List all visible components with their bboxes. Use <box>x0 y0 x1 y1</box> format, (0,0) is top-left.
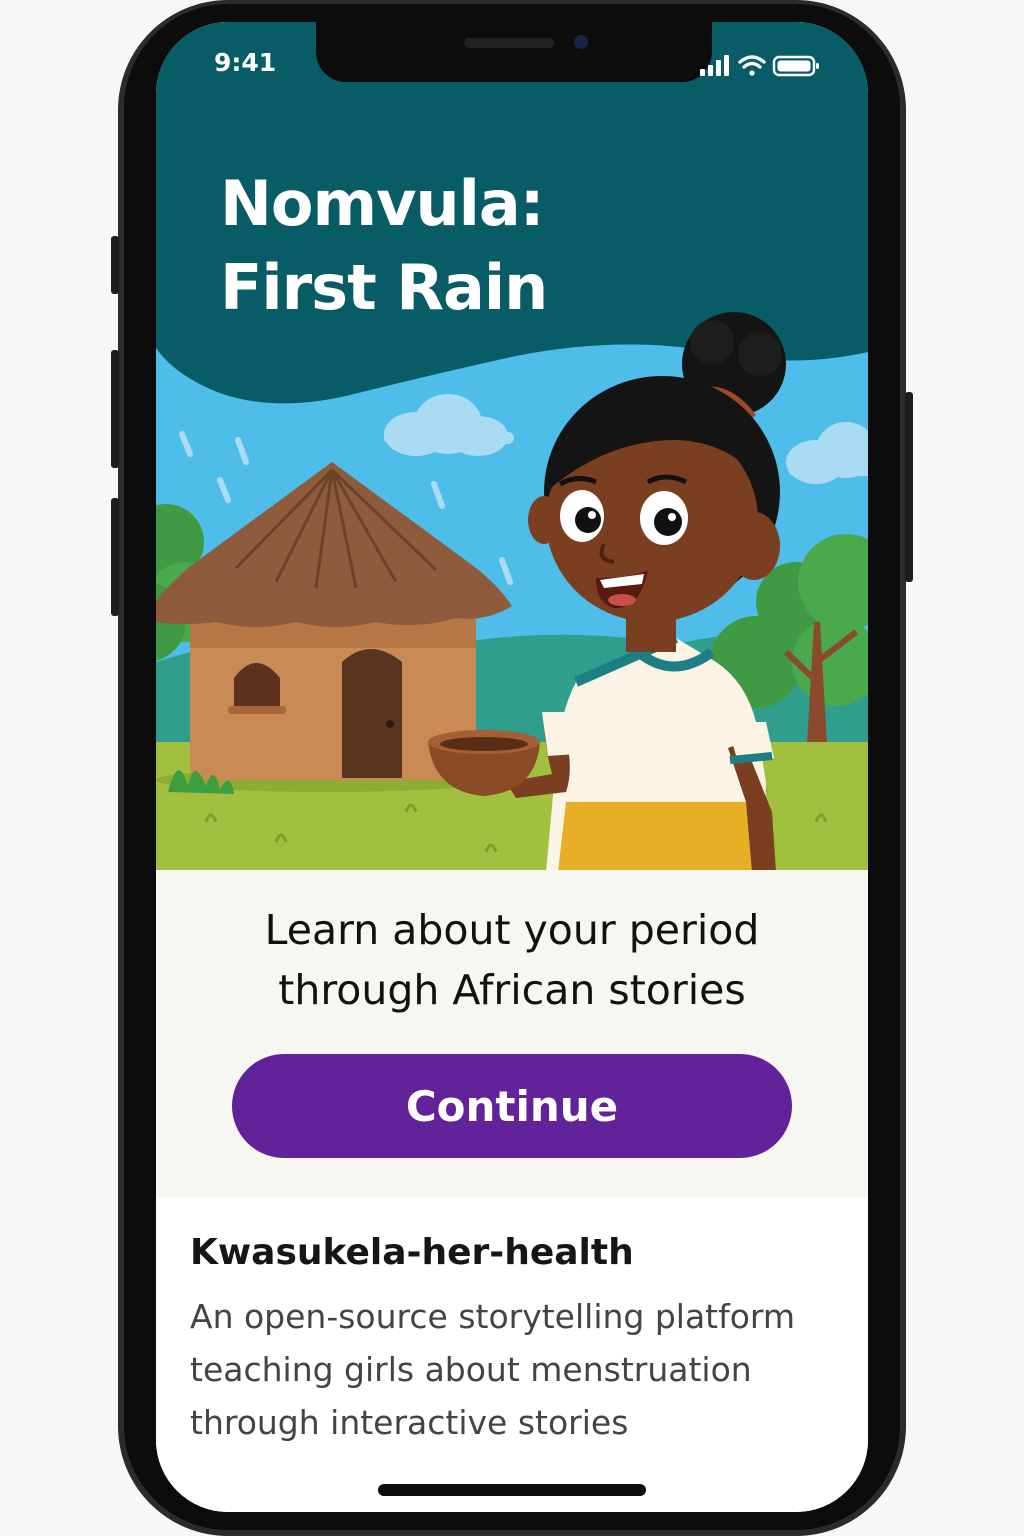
wifi-icon <box>738 55 766 76</box>
onboarding-tagline: Learn about your period through African … <box>176 900 848 1020</box>
earpiece-speaker <box>464 38 554 48</box>
volume-up-button <box>111 350 119 468</box>
front-camera <box>574 35 588 49</box>
tagline-line-2: through African stories <box>278 966 746 1014</box>
home-indicator[interactable] <box>378 1484 646 1496</box>
status-icons <box>700 55 819 77</box>
app-info-card: Kwasukela-her-health An open-source stor… <box>156 1198 868 1512</box>
app-description: An open-source storytelling platform tea… <box>190 1297 796 1442</box>
onboarding-panel: Learn about your period through African … <box>156 870 868 1198</box>
tagline-line-1: Learn about your period <box>264 906 760 954</box>
power-button <box>905 392 913 582</box>
cellular-signal-icon <box>700 55 729 76</box>
app-screen: 9:41 Nomvula: First Rain Learn about you… <box>156 22 868 1512</box>
action-button <box>111 236 119 294</box>
volume-down-button <box>111 498 119 616</box>
story-title: Nomvula: First Rain <box>220 162 548 330</box>
story-title-line-2: First Rain <box>220 251 548 324</box>
continue-button[interactable]: Continue <box>232 1054 792 1158</box>
story-title-line-1: Nomvula: <box>220 167 545 240</box>
status-time: 9:41 <box>214 48 277 77</box>
battery-icon <box>772 55 819 77</box>
story-illustration <box>156 22 868 872</box>
device-notch <box>316 22 712 82</box>
app-name: Kwasukela-her-health <box>190 1232 634 1273</box>
